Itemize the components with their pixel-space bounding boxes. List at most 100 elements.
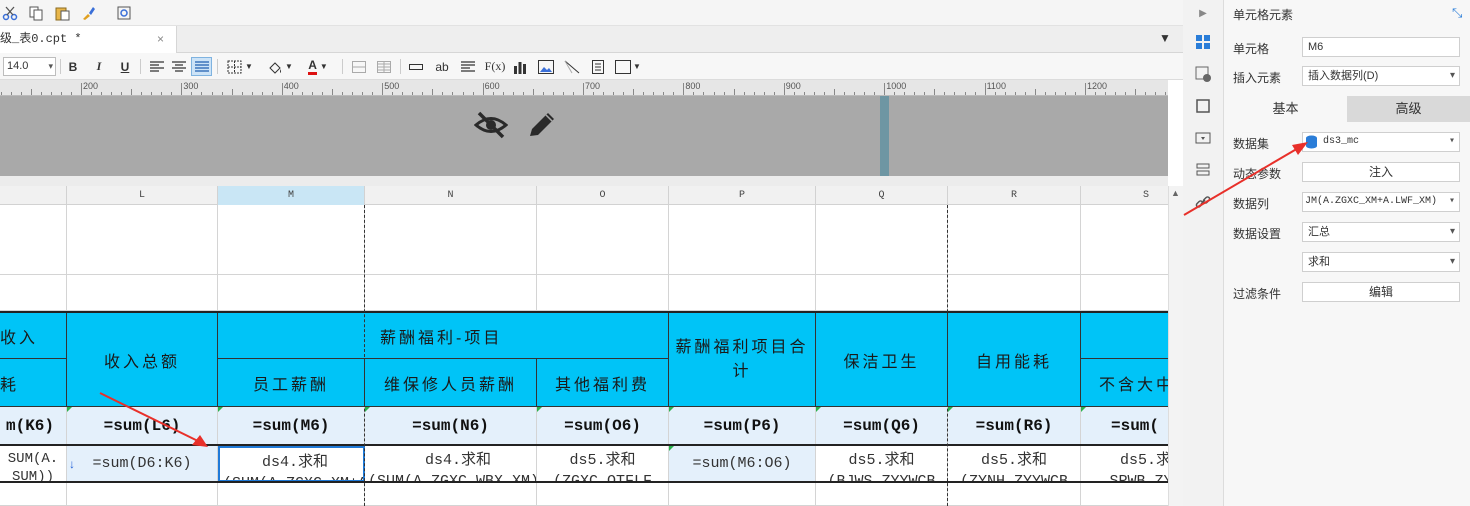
column-header-k[interactable] (0, 186, 67, 205)
insert-bar-icon[interactable] (407, 57, 425, 76)
dropdown-pin-icon[interactable]: ▼ (1159, 31, 1173, 45)
italic-button[interactable]: I (90, 57, 108, 76)
subreport-icon[interactable] (589, 57, 607, 76)
data-column-select[interactable]: JM(A.ZGXC_XM+A.LWF_XM) ▾ (1302, 192, 1460, 212)
align-center-icon[interactable] (170, 57, 188, 76)
edit-pencil-icon[interactable] (526, 110, 558, 140)
tab-template[interactable]: 级_表0.cpt * × (0, 26, 177, 53)
paragraph-icon[interactable] (459, 57, 477, 76)
align-left-icon[interactable] (148, 57, 166, 76)
grid-cell[interactable] (1081, 205, 1168, 275)
aggregate-select[interactable]: 求和 ▾ (1302, 252, 1460, 272)
cell-element-icon[interactable] (1193, 32, 1213, 52)
sum-cell-s[interactable]: =sum( (1081, 407, 1168, 445)
grid-cell[interactable] (1081, 275, 1168, 311)
grid-cell[interactable] (816, 205, 948, 275)
sum-cell-r[interactable]: =sum(R6) (948, 407, 1081, 445)
header-cell-income[interactable]: 收入 (0, 313, 67, 359)
preview-icon[interactable] (114, 3, 134, 23)
filter-edit-button[interactable]: 编辑 (1302, 282, 1460, 302)
border-icon[interactable]: ▼ (224, 57, 256, 76)
sum-cell-p[interactable]: =sum(P6) (669, 407, 816, 445)
grid-cell[interactable] (816, 483, 948, 506)
column-header-o[interactable]: O (537, 186, 669, 205)
format-brush-icon[interactable] (78, 3, 98, 23)
grid-cell[interactable] (948, 483, 1081, 506)
pin-arrow-icon[interactable]: ⤡ (1452, 5, 1462, 21)
header-cell-other-benefits[interactable]: 其他福利费 (537, 359, 669, 407)
column-header-n[interactable]: N (365, 186, 537, 205)
data-cell-p[interactable]: =sum(M6:O6) (669, 446, 816, 482)
header-cell-consumption[interactable]: 耗 (0, 359, 67, 407)
merge-cells-icon[interactable] (350, 57, 368, 76)
grid-cell[interactable] (67, 483, 218, 506)
header-cell-excluding[interactable]: 不含大中 (1081, 359, 1168, 407)
grid-cell[interactable] (0, 483, 67, 506)
grid-cell[interactable] (948, 205, 1081, 275)
scroll-up-icon[interactable]: ▲ (1171, 188, 1180, 198)
chart-icon[interactable] (511, 57, 529, 76)
grid-cell[interactable] (669, 275, 816, 311)
grid-cell[interactable] (669, 205, 816, 275)
cell-attribute-icon[interactable] (1193, 64, 1213, 84)
formula-button[interactable]: F(x) (484, 57, 506, 76)
sum-cell-k[interactable]: m(K6) (0, 407, 67, 445)
tab-advanced[interactable]: 高级 (1347, 96, 1470, 122)
underline-button[interactable]: U (116, 57, 134, 76)
bold-button[interactable]: B (64, 57, 82, 76)
grid-cell[interactable] (948, 275, 1081, 311)
dataset-select[interactable]: ds3_mc ▾ (1302, 132, 1460, 152)
data-cell-r[interactable]: ds5.求和(ZYNH_ZYYWCB (948, 446, 1081, 482)
header-cell-salary-total[interactable]: 薪酬福利项目合计 (669, 313, 816, 407)
data-cell-m-selected[interactable]: ds4.求和(SUM(A.ZGXC_XM+A (218, 446, 365, 482)
grid-cell[interactable] (537, 275, 669, 311)
font-color-icon[interactable]: A ▼ (302, 57, 334, 76)
paste-icon[interactable] (52, 3, 72, 23)
grid-cell[interactable] (669, 483, 816, 506)
cell-name-input[interactable]: M6 (1302, 37, 1460, 57)
grid-cell[interactable] (365, 205, 537, 275)
grid-cell[interactable] (365, 483, 537, 506)
grid-cell[interactable] (537, 483, 669, 506)
grid-cell[interactable] (816, 275, 948, 311)
copy-icon[interactable] (26, 3, 46, 23)
header-cell-s-top[interactable] (1081, 313, 1168, 359)
grid-cell[interactable] (0, 205, 67, 275)
data-cell-q[interactable]: ds5.求和(BJWS_ZYYWCB (816, 446, 948, 482)
text-ab-button[interactable]: ab (432, 57, 452, 76)
data-setting-select[interactable]: 汇总 ▾ (1302, 222, 1460, 242)
grid-cell[interactable] (218, 275, 365, 311)
column-header-q[interactable]: Q (816, 186, 948, 205)
sum-cell-m[interactable]: =sum(M6) (218, 407, 365, 445)
column-header-p[interactable]: P (669, 186, 816, 205)
image-icon[interactable] (536, 57, 556, 76)
align-justify-icon[interactable] (191, 57, 212, 76)
grid-cell[interactable] (67, 205, 218, 275)
sum-cell-o[interactable]: =sum(O6) (537, 407, 669, 445)
grid-cell[interactable] (218, 483, 365, 506)
widget-icon[interactable] (1193, 96, 1213, 116)
collapse-arrow-icon[interactable]: ▶ (1193, 3, 1213, 23)
grid-cell[interactable] (365, 275, 537, 311)
data-cell-k[interactable]: SUM(A. SUM)) (0, 446, 67, 482)
grid-cell[interactable] (537, 205, 669, 275)
data-cell-n[interactable]: ds4.求和(SUM(A.ZGXC_WBX_XM)) (365, 446, 537, 482)
column-header-m[interactable]: M (218, 186, 365, 205)
grid-cell[interactable] (218, 205, 365, 275)
sum-cell-q[interactable]: =sum(Q6) (816, 407, 948, 445)
header-cell-staff-salary[interactable]: 员工薪酬 (218, 359, 365, 407)
tab-basic[interactable]: 基本 (1224, 96, 1347, 122)
cut-icon[interactable] (0, 3, 20, 23)
grid-cell[interactable] (67, 275, 218, 311)
more-insert-icon[interactable]: ▼ (614, 57, 642, 76)
header-cell-maintenance-salary[interactable]: 维保修人员薪酬 (365, 359, 537, 407)
column-header-r[interactable]: R (948, 186, 1081, 205)
inject-button[interactable]: 注入 (1302, 162, 1460, 182)
fill-color-icon[interactable]: ▼ (264, 57, 296, 76)
grid-cell[interactable] (1081, 483, 1168, 506)
tab-close-icon[interactable]: × (157, 26, 164, 53)
column-header-l[interactable]: L (67, 186, 218, 205)
font-size-select[interactable]: 14.0 ▾ (3, 57, 56, 76)
header-cell-cleaning[interactable]: 保洁卫生 (816, 313, 948, 407)
unmerge-cells-icon[interactable] (375, 57, 393, 76)
